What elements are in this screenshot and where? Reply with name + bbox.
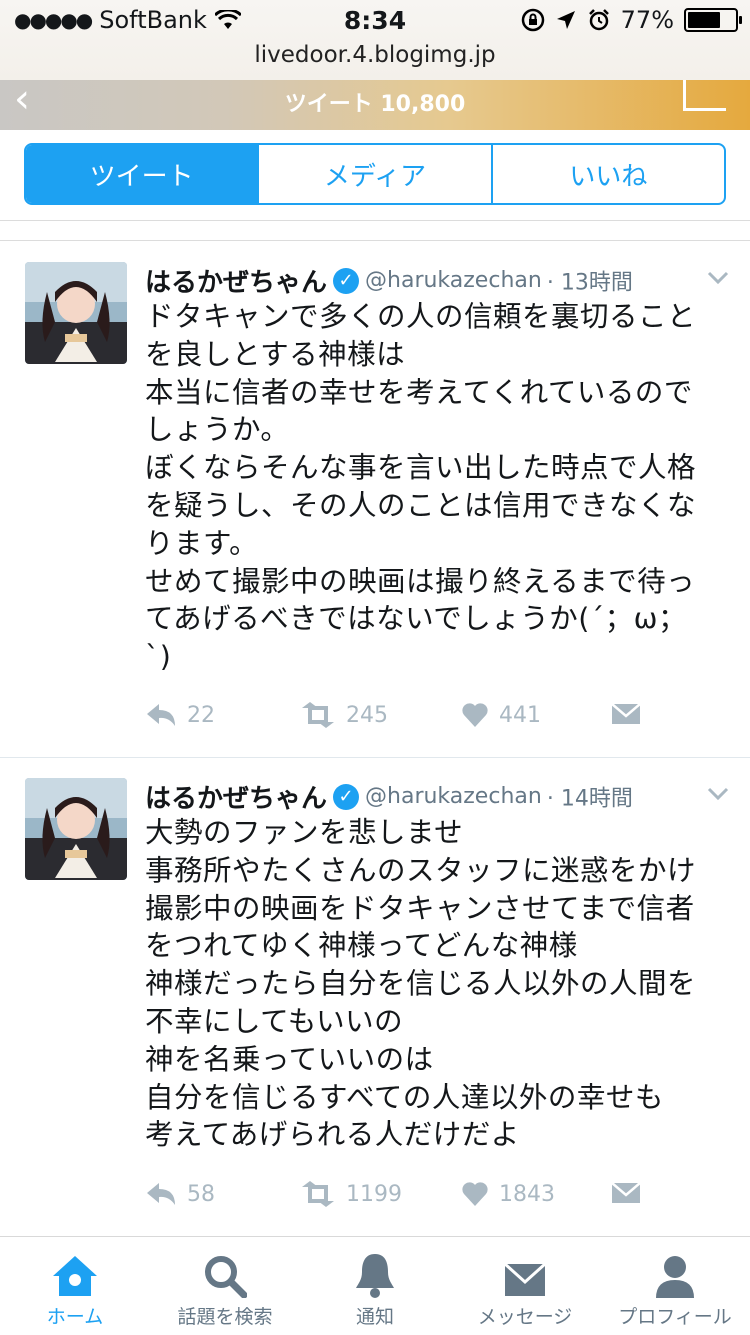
tweet-header: はるかぜちゃん ✓ @harukazechan · 14時間 xyxy=(145,778,735,818)
avatar[interactable] xyxy=(25,778,127,880)
bell-icon xyxy=(356,1254,394,1298)
display-name[interactable]: はるかぜちゃん xyxy=(145,268,327,298)
tab-search-label: 話題を検索 xyxy=(177,1306,273,1328)
reply-button[interactable]: 22 xyxy=(145,702,215,728)
like-button[interactable]: 441 xyxy=(461,702,541,728)
like-button[interactable]: 1843 xyxy=(461,1181,555,1207)
retweet-button[interactable]: 1199 xyxy=(300,1181,402,1207)
chevron-down-icon[interactable] xyxy=(707,782,729,806)
tab-profile[interactable]: プロフィール xyxy=(600,1237,750,1335)
tab-search[interactable]: 話題を検索 xyxy=(150,1237,300,1335)
profile-tabs: ツイート メディア いいね xyxy=(24,143,726,205)
tab-home[interactable]: ホーム xyxy=(0,1237,150,1335)
tweet-timestamp: · 13時間 xyxy=(546,270,633,296)
divider xyxy=(0,240,750,241)
alarm-icon xyxy=(588,9,609,31)
tab-tweets[interactable]: ツイート xyxy=(26,145,258,203)
tab-messages[interactable]: メッセージ xyxy=(450,1237,600,1335)
direct-message-button[interactable] xyxy=(611,702,641,726)
rotation-lock-icon xyxy=(521,8,544,32)
url-bar[interactable]: livedoor.4.blogimg.jp xyxy=(0,42,750,68)
retweet-count: 1199 xyxy=(346,1181,402,1207)
tweet-actions: 22 245 441 xyxy=(145,702,705,738)
tab-notifications[interactable]: 通知 xyxy=(300,1237,450,1335)
tweet-timestamp: · 14時間 xyxy=(546,786,633,812)
profile-header: ‹ ツイート 10,800 xyxy=(0,80,750,130)
display-name[interactable]: はるかぜちゃん xyxy=(145,784,327,814)
reply-icon xyxy=(147,1183,175,1205)
reply-count: 58 xyxy=(187,1181,215,1207)
tab-likes[interactable]: いいね xyxy=(490,145,724,203)
envelope-icon xyxy=(503,1262,547,1296)
tab-profile-label: プロフィール xyxy=(618,1306,732,1328)
battery-icon xyxy=(684,8,742,32)
person-icon xyxy=(656,1256,694,1298)
like-count: 441 xyxy=(499,702,541,728)
tweet-actions: 58 1199 1843 xyxy=(145,1181,705,1217)
battery-percent: 77% xyxy=(620,6,674,34)
like-count: 1843 xyxy=(499,1181,555,1207)
tab-media[interactable]: メディア xyxy=(257,145,490,203)
reply-count: 22 xyxy=(187,702,215,728)
retweet-count: 245 xyxy=(346,702,388,728)
search-icon xyxy=(205,1256,247,1298)
heart-icon xyxy=(462,1182,488,1206)
divider xyxy=(0,220,750,221)
tab-messages-label: メッセージ xyxy=(477,1306,573,1328)
tab-notifications-label: 通知 xyxy=(355,1306,394,1328)
retweet-icon xyxy=(302,1181,334,1207)
divider xyxy=(0,757,750,758)
envelope-icon xyxy=(611,703,641,724)
heart-icon xyxy=(462,703,488,727)
edit-icon[interactable] xyxy=(683,80,726,111)
avatar[interactable] xyxy=(25,262,127,364)
verified-badge-icon: ✓ xyxy=(333,267,360,294)
reply-button[interactable]: 58 xyxy=(145,1181,215,1207)
retweet-button[interactable]: 245 xyxy=(300,702,388,728)
retweet-icon xyxy=(302,702,334,728)
tab-home-label: ホーム xyxy=(46,1306,104,1328)
status-icons: 77% xyxy=(521,6,742,34)
tweet-text: ドタキャンで多くの人の信頼を裏切ること を良しとする神様は 本当に信者の幸せを考… xyxy=(145,300,697,674)
user-handle[interactable]: @harukazechan xyxy=(365,268,542,293)
status-bar: ●●●●● SoftBank 8:34 77% livedoor.4.blogi… xyxy=(0,0,750,80)
tweet-text: 大勢のファンを悲しませ 事務所やたくさんのスタッフに迷惑をかけ 撮影中の映画をド… xyxy=(145,816,697,1152)
bottom-tab-bar: ホーム 話題を検索 通知 メッセージ プロフィール xyxy=(0,1236,750,1335)
tweet-count: ツイート 10,800 xyxy=(284,92,466,117)
home-icon xyxy=(53,1256,97,1296)
location-icon xyxy=(556,11,575,29)
direct-message-button[interactable] xyxy=(611,1181,641,1205)
tweet-header: はるかぜちゃん ✓ @harukazechan · 13時間 xyxy=(145,262,735,302)
chevron-down-icon[interactable] xyxy=(707,266,729,290)
reply-icon xyxy=(147,704,175,726)
envelope-icon xyxy=(611,1182,641,1203)
verified-badge-icon: ✓ xyxy=(333,783,360,810)
user-handle[interactable]: @harukazechan xyxy=(365,784,542,809)
